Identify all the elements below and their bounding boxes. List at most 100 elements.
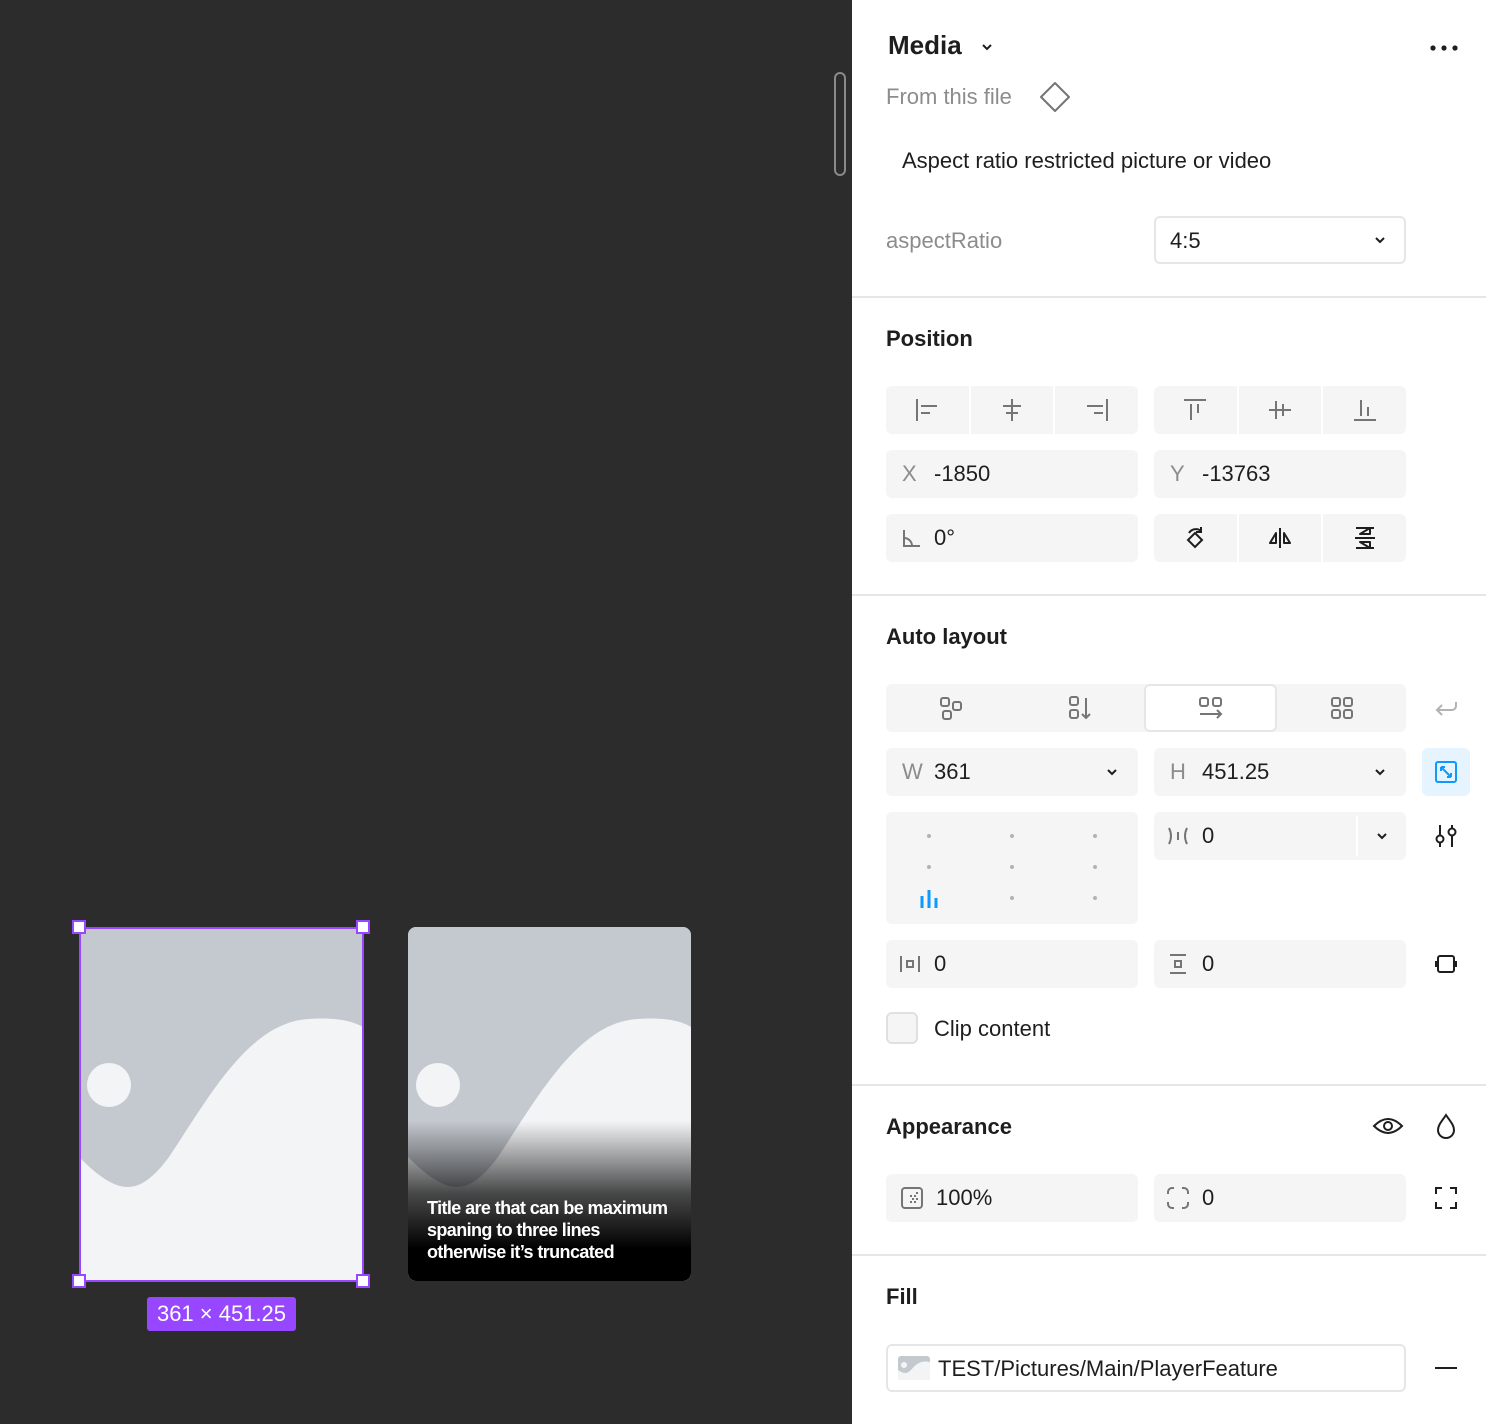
aspect-ratio-select[interactable]: 4:5 [1154, 216, 1406, 264]
independent-corners-icon[interactable] [1422, 1174, 1470, 1222]
align-dot[interactable] [927, 834, 931, 838]
media-frame-selected[interactable] [79, 927, 363, 1281]
y-position-field[interactable]: Y -13763 [1154, 450, 1406, 498]
flip-vertical-icon[interactable] [1323, 514, 1406, 562]
design-canvas[interactable]: Title are that can be maximum spaning to… [0, 0, 852, 1424]
rotation-field[interactable]: 0° [886, 514, 1138, 562]
canvas-scrollbar[interactable] [834, 72, 846, 176]
opacity-field[interactable]: 100% [886, 1174, 1138, 1222]
media-card-with-title[interactable]: Title are that can be maximum spaning to… [408, 927, 691, 1281]
align-dot[interactable] [1093, 834, 1097, 838]
align-dot[interactable] [1010, 896, 1014, 900]
width-field[interactable]: W 361 [886, 748, 1138, 796]
flip-horizontal-icon[interactable] [1239, 514, 1324, 562]
chevron-down-icon[interactable] [978, 38, 996, 56]
h-label: H [1170, 759, 1186, 784]
align-dot[interactable] [1093, 896, 1097, 900]
align-dot[interactable] [1010, 834, 1014, 838]
gap-field[interactable]: 0 [1154, 812, 1406, 860]
layout-grid-icon[interactable] [1277, 684, 1406, 732]
appearance-title: Appearance [886, 1114, 1012, 1139]
divider [852, 296, 1486, 298]
rotation-value: 0° [934, 525, 956, 550]
align-right-icon[interactable] [1055, 386, 1138, 434]
advanced-layout-settings-icon[interactable] [1422, 812, 1470, 860]
transform-group [1154, 514, 1406, 562]
w-value: 361 [934, 759, 971, 784]
resize-handle-top-right[interactable] [356, 920, 370, 934]
constrain-proportions-icon[interactable] [1422, 748, 1470, 796]
placeholder-image-icon [79, 927, 363, 1281]
gap-value: 0 [1202, 823, 1215, 848]
clip-content-checkbox[interactable] [886, 1012, 918, 1044]
height-field[interactable]: H 451.25 [1154, 748, 1406, 796]
fill-image-name: TEST/Pictures/Main/PlayerFeature [938, 1356, 1278, 1381]
y-label: Y [1170, 461, 1185, 486]
resize-handle-bottom-right[interactable] [356, 1274, 370, 1288]
image-thumbnail-icon [898, 1356, 930, 1380]
blend-mode-drop-icon[interactable] [1422, 1102, 1470, 1150]
field-divider [1356, 816, 1358, 856]
layout-horizontal-icon[interactable] [1144, 684, 1277, 732]
align-dot[interactable] [1093, 865, 1097, 869]
component-diamond-icon[interactable] [1038, 80, 1072, 114]
resize-handle-top-left[interactable] [72, 920, 86, 934]
x-label: X [902, 461, 917, 486]
divider [852, 594, 1486, 596]
opacity-value: 100% [936, 1185, 993, 1210]
opacity-icon [900, 1186, 924, 1210]
rotation-angle-icon [900, 526, 922, 550]
rotate-90-icon[interactable] [1154, 514, 1239, 562]
chevron-down-icon[interactable] [1104, 764, 1120, 780]
corner-radius-value: 0 [1202, 1185, 1215, 1210]
align-bottom-icon[interactable] [1323, 386, 1406, 434]
h-value: 451.25 [1202, 759, 1270, 784]
align-bottom-left-active-icon[interactable] [918, 888, 940, 908]
x-value: -1850 [934, 461, 991, 486]
size-badge: 361 × 451.25 [147, 1297, 296, 1331]
align-dot[interactable] [927, 865, 931, 869]
vertical-padding-icon [1166, 952, 1190, 976]
align-vertical-center-icon[interactable] [1239, 386, 1324, 434]
divider [852, 1254, 1486, 1256]
align-top-icon[interactable] [1154, 386, 1239, 434]
properties-panel: Media From this file Aspect ratio restri… [852, 0, 1486, 1424]
align-dot[interactable] [1010, 865, 1014, 869]
layout-vertical-icon[interactable] [1015, 684, 1144, 732]
vertical-padding-field[interactable]: 0 [1154, 940, 1406, 988]
layout-freeform-icon[interactable] [886, 684, 1015, 732]
alignment-grid[interactable] [886, 812, 1138, 924]
remove-fill-icon[interactable] [1422, 1344, 1470, 1392]
x-position-field[interactable]: X -1850 [886, 450, 1138, 498]
resize-handle-bottom-left[interactable] [72, 1274, 86, 1288]
corner-radius-field[interactable]: 0 [1154, 1174, 1406, 1222]
chevron-down-icon[interactable] [1372, 764, 1388, 780]
corner-radius-icon [1166, 1186, 1190, 1210]
chevron-down-icon[interactable] [1374, 828, 1390, 844]
vertical-align-group [1154, 386, 1406, 434]
auto-layout-title: Auto layout [886, 624, 1007, 649]
horizontal-padding-value: 0 [934, 951, 947, 976]
layout-direction-group [886, 684, 1406, 732]
align-left-icon[interactable] [886, 386, 971, 434]
w-label: W [902, 759, 923, 784]
card-title: Title are that can be maximum spaning to… [427, 1198, 668, 1262]
image-fill-field[interactable]: TEST/Pictures/Main/PlayerFeature [886, 1344, 1406, 1392]
more-options-icon[interactable] [1426, 36, 1462, 60]
horizontal-padding-icon [898, 952, 922, 976]
y-value: -13763 [1202, 461, 1271, 486]
fill-title: Fill [886, 1284, 918, 1309]
horizontal-padding-field[interactable]: 0 [886, 940, 1138, 988]
horizontal-align-group [886, 386, 1138, 434]
eye-icon[interactable] [1364, 1102, 1412, 1150]
individual-padding-icon[interactable] [1422, 940, 1470, 988]
aspect-ratio-value: 4:5 [1170, 228, 1201, 253]
align-horizontal-center-icon[interactable] [971, 386, 1056, 434]
divider [852, 1084, 1486, 1086]
gap-icon [1166, 824, 1190, 848]
wrap-icon[interactable] [1422, 684, 1470, 732]
vertical-padding-value: 0 [1202, 951, 1215, 976]
position-title: Position [886, 326, 973, 351]
component-name[interactable]: Media [888, 30, 962, 61]
component-description: Aspect ratio restricted picture or video [902, 148, 1272, 173]
